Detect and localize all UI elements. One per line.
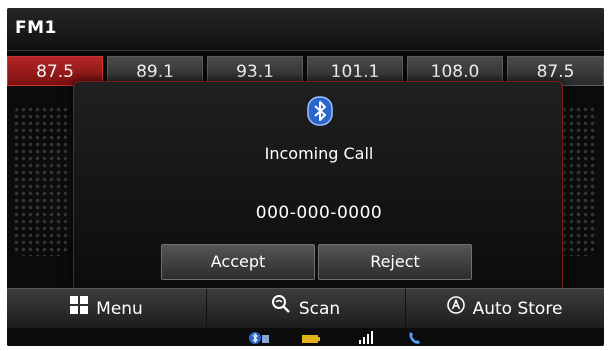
battery-icon xyxy=(302,330,320,346)
band-title: FM1 xyxy=(15,18,57,38)
header-bar: FM1 xyxy=(7,8,604,51)
auto-store-button[interactable]: Auto Store xyxy=(405,289,604,329)
menu-button[interactable]: Menu xyxy=(7,289,207,329)
auto-store-icon xyxy=(446,289,465,329)
accept-button[interactable]: Accept xyxy=(161,244,315,280)
popup-title: Incoming Call xyxy=(264,144,374,163)
scan-button[interactable]: Scan xyxy=(206,289,406,329)
reject-button[interactable]: Reject xyxy=(318,244,472,280)
scan-icon xyxy=(271,289,291,329)
call-icon xyxy=(407,330,423,346)
incoming-call-popup: Incoming Call 000-000-0000 Accept Reject xyxy=(73,81,563,291)
status-bar xyxy=(7,328,604,346)
menu-grid-icon xyxy=(70,289,89,329)
signal-icon xyxy=(358,330,376,346)
bluetooth-phone-icon xyxy=(249,330,271,346)
scan-label: Scan xyxy=(298,299,341,319)
caller-number: 000-000-0000 xyxy=(255,203,383,223)
bluetooth-icon xyxy=(307,96,333,126)
head-unit-screen: FM1 87.5 89.1 93.1 101.1 108.0 87.5 Inco… xyxy=(7,8,604,346)
menu-label: Menu xyxy=(96,299,143,319)
softkey-bar: Menu Scan Auto Store xyxy=(7,288,604,329)
speaker-grille-left xyxy=(13,106,71,256)
auto-store-label: Auto Store xyxy=(472,299,563,319)
